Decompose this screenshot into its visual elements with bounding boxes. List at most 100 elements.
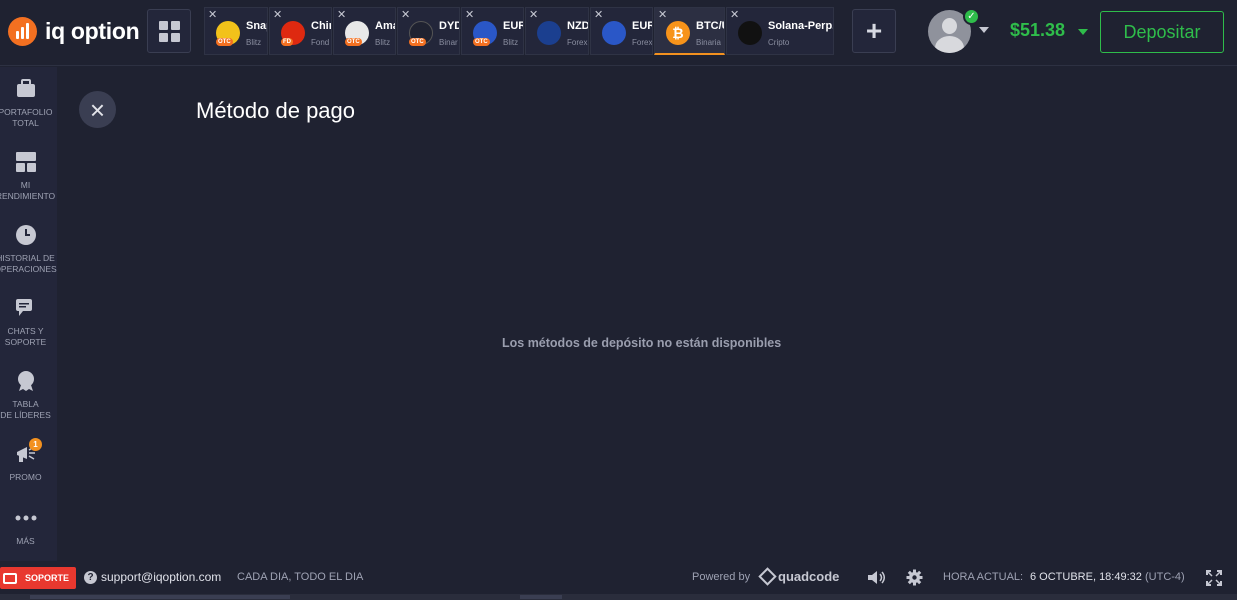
sidebar-item-label: CHATS Y SOPORTE <box>4 326 47 347</box>
otc-badge: OTC <box>216 38 233 46</box>
otc-badge: OTC <box>345 38 362 46</box>
asset-tab-type: Binaria <box>696 38 721 47</box>
grid-icon <box>158 20 180 42</box>
close-tab-icon[interactable]: ✕ <box>529 9 538 21</box>
support-button-label: SOPORTE <box>25 573 70 583</box>
sidebar-item-label: PROMO <box>9 472 42 482</box>
clock-icon <box>15 225 36 245</box>
asset-tab[interactable]: ✕ OTC EUR Blitz <box>461 7 524 55</box>
deposit-button[interactable]: Depositar <box>1100 11 1224 53</box>
sidebar-item-label: PORTAFOLIO TOTAL <box>0 107 53 128</box>
more-icon <box>15 515 36 521</box>
scrollbar-thumb[interactable] <box>520 595 562 599</box>
asset-grid-button[interactable] <box>147 9 191 53</box>
help-icon: ? <box>84 571 97 584</box>
horizontal-scrollbar[interactable] <box>0 594 1237 600</box>
close-tab-icon[interactable]: ✕ <box>658 9 667 21</box>
support-button[interactable]: SOPORTE <box>0 567 76 589</box>
asset-tab-type: Blitz <box>375 38 391 47</box>
close-tab-icon[interactable]: ✕ <box>273 9 282 21</box>
logo-text: iq option <box>45 18 140 44</box>
asset-tab[interactable]: ✕ OTC DYD Binar <box>397 7 460 55</box>
asset-tab-name: EUR <box>503 20 524 32</box>
close-tab-icon[interactable]: ✕ <box>208 9 217 21</box>
asset-tab[interactable]: ✕ EUR Forex <box>590 7 653 55</box>
medal-icon <box>17 371 34 391</box>
top-bar: iq option ✕ OTC Snap Blitz ✕ FD Chin Fon… <box>0 0 1237 66</box>
asset-tab-name: Ama <box>375 20 395 32</box>
sidebar-item-leaderboard[interactable]: TABLA DE LÍDERES <box>0 370 57 421</box>
sidebar-item-history[interactable]: HISTORIAL DE OPERACIONES <box>0 224 57 275</box>
solana-icon <box>738 21 762 45</box>
asset-tab[interactable]: ✕ FD Chin Fond <box>269 7 332 55</box>
close-icon: × <box>89 94 106 125</box>
sidebar: PORTAFOLIO TOTAL MI RENDIMIENTO HISTORIA… <box>0 67 57 561</box>
timezone: (UTC-4) <box>1145 571 1185 583</box>
asset-tabs: ✕ OTC Snap Blitz ✕ FD Chin Fond ✕ OTC Am… <box>204 7 835 57</box>
otc-badge: OTC <box>473 38 490 46</box>
powered-by-label: Powered by <box>692 571 751 583</box>
verified-check-icon: ✓ <box>963 8 980 25</box>
otc-badge: FD <box>281 38 293 46</box>
chat-bubble-icon <box>3 572 17 584</box>
close-tab-icon[interactable]: ✕ <box>401 9 410 21</box>
eu-flag-icon <box>602 21 626 45</box>
avatar-head <box>942 18 957 34</box>
logo[interactable]: iq option <box>8 17 140 46</box>
asset-tab-name: EUR <box>632 20 653 32</box>
current-time-value: 6 OCTUBRE, 18:49:32 <box>1030 571 1142 583</box>
gear-icon[interactable] <box>906 569 923 586</box>
balance-chevron-down-icon[interactable] <box>1078 29 1088 35</box>
asset-tab-type: Forex <box>567 38 588 47</box>
close-tab-icon[interactable]: ✕ <box>594 9 603 21</box>
iq-option-logo-icon <box>8 17 37 46</box>
support-email-link[interactable]: support@iqoption.com <box>101 570 221 584</box>
account-balance[interactable]: $51.38 <box>1010 20 1065 41</box>
footer: SOPORTE ? support@iqoption.com CADA DIA,… <box>0 561 1237 594</box>
sound-icon[interactable] <box>867 569 887 586</box>
quadcode-brand[interactable]: quadcode <box>778 569 839 584</box>
sidebar-item-promo[interactable]: 1 PROMO <box>0 438 57 483</box>
fullscreen-icon[interactable] <box>1206 570 1222 586</box>
chat-icon <box>15 299 32 316</box>
empty-state-message: Los métodos de depósito no están disponi… <box>502 336 782 350</box>
asset-tab-name: Solana-Perp... <box>768 20 833 32</box>
asset-tab[interactable]: ✕ NZD Forex <box>525 7 589 55</box>
asset-tab-active[interactable]: ✕ ₿ BTC/U Binaria <box>654 7 725 55</box>
asset-tab[interactable]: ✕ OTC Ama Blitz <box>333 7 396 55</box>
asset-tab-name: Chin <box>311 20 331 32</box>
dashboard-icon <box>15 152 36 172</box>
current-time-label: HORA ACTUAL: <box>943 571 1024 583</box>
sidebar-item-label: TABLA DE LÍDERES <box>0 399 51 420</box>
close-tab-icon[interactable]: ✕ <box>465 9 474 21</box>
support-hours: CADA DIA, TODO EL DIA <box>237 571 364 583</box>
asset-tab-type: Cripto <box>768 38 790 47</box>
add-tab-button[interactable]: + <box>852 9 896 53</box>
sidebar-item-chats[interactable]: CHATS Y SOPORTE <box>0 297 57 348</box>
quadcode-logo-icon <box>758 567 777 586</box>
asset-tab-type: Fond <box>311 38 330 47</box>
profile-chevron-down-icon[interactable] <box>979 27 989 33</box>
sidebar-item-portfolio[interactable]: PORTAFOLIO TOTAL <box>0 78 57 129</box>
otc-badge: OTC <box>409 38 426 46</box>
briefcase-icon <box>16 79 35 97</box>
avatar-body <box>935 36 964 53</box>
asset-tab[interactable]: ✕ Solana-Perp... Cripto <box>726 7 834 55</box>
asset-tab[interactable]: ✕ OTC Snap Blitz <box>204 7 268 55</box>
asset-tab-name: DYD <box>439 20 460 32</box>
page-title: Método de pago <box>196 98 356 123</box>
nz-flag-icon <box>537 21 561 45</box>
bitcoin-icon: ₿ <box>666 21 690 45</box>
asset-tab-name: Snap <box>246 20 267 32</box>
scrollbar-thumb[interactable] <box>30 595 290 599</box>
close-tab-icon[interactable]: ✕ <box>730 9 739 21</box>
sidebar-item-performance[interactable]: MI RENDIMIENTO <box>0 151 57 202</box>
close-tab-icon[interactable]: ✕ <box>337 9 346 21</box>
asset-tab-type: Blitz <box>503 38 519 47</box>
sidebar-item-more[interactable]: MÁS <box>0 507 57 547</box>
sidebar-item-label: MÁS <box>16 536 35 546</box>
asset-tab-type: Blitz <box>246 38 262 47</box>
close-button[interactable]: × <box>79 91 116 128</box>
sidebar-item-label: HISTORIAL DE OPERACIONES <box>0 253 57 274</box>
asset-tab-name: NZD <box>567 20 589 32</box>
